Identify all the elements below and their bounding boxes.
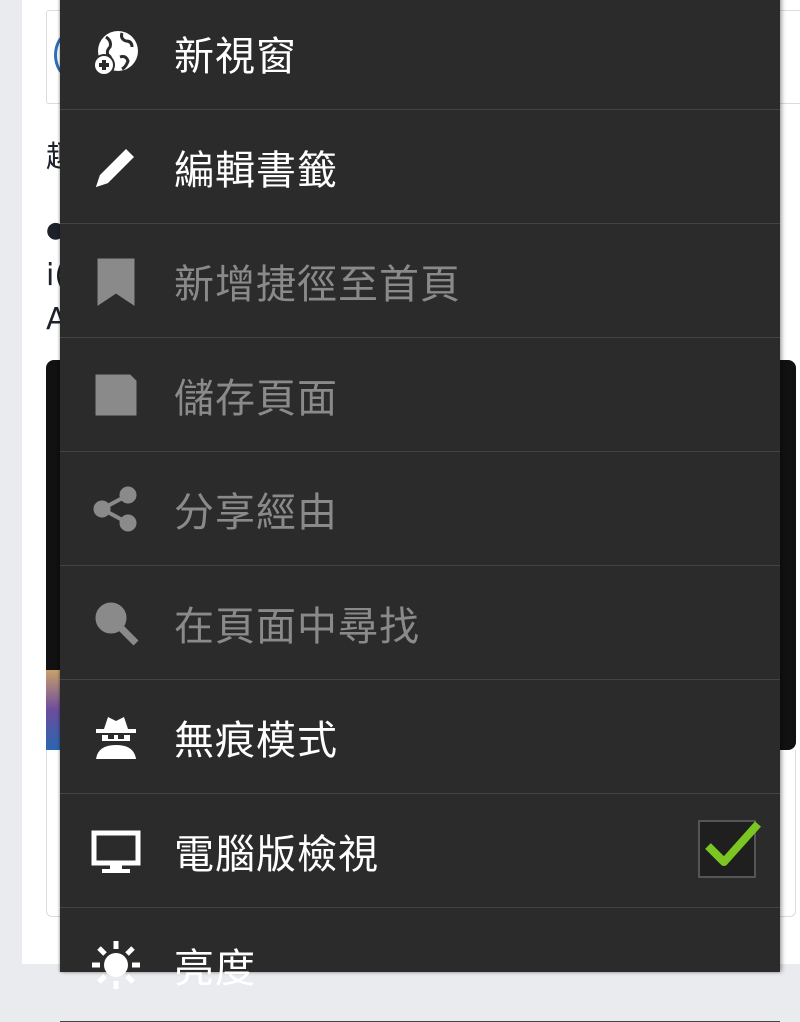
menu-item-label: 新視窗 [174, 33, 297, 80]
menu-item-label: 無痕模式 [174, 717, 338, 764]
desktop-monitor-icon [88, 823, 144, 879]
browser-overflow-menu: 新視窗 編輯書籤 新增捷徑至首頁 儲存頁面 分享經由 在頁面中尋找 無痕模式 電… [60, 0, 780, 1022]
menu-item-label: 電腦版檢視 [174, 831, 379, 878]
menu-item-label: 分享經由 [174, 489, 338, 536]
menu-item-desktop-view[interactable]: 電腦版檢視 [60, 794, 780, 908]
menu-item-label: 在頁面中尋找 [174, 603, 420, 650]
page-margin [0, 0, 22, 964]
menu-item-label: 亮度 [174, 945, 256, 992]
menu-item-brightness[interactable]: 亮度 [60, 908, 780, 1022]
pencil-icon [88, 139, 144, 195]
menu-item-share[interactable]: 分享經由 [60, 452, 780, 566]
checkmark-icon [705, 821, 761, 866]
incognito-icon [88, 709, 144, 765]
desktop-view-checkbox[interactable] [698, 820, 761, 878]
menu-item-edit-bookmark[interactable]: 編輯書籤 [60, 110, 780, 224]
menu-item-label: 新增捷徑至首頁 [174, 261, 461, 308]
share-icon [88, 481, 144, 537]
bookmark-home-icon [88, 253, 144, 309]
menu-item-save-page[interactable]: 儲存頁面 [60, 338, 780, 452]
menu-item-new-window[interactable]: 新視窗 [60, 0, 780, 110]
save-icon [88, 367, 144, 423]
brightness-icon [88, 937, 144, 993]
menu-item-add-shortcut[interactable]: 新增捷徑至首頁 [60, 224, 780, 338]
menu-item-label: 儲存頁面 [174, 375, 338, 422]
new-window-globe-icon [88, 25, 144, 81]
menu-item-incognito[interactable]: 無痕模式 [60, 680, 780, 794]
search-icon [88, 595, 144, 651]
menu-item-find-in-page[interactable]: 在頁面中尋找 [60, 566, 780, 680]
menu-item-label: 編輯書籤 [174, 147, 338, 194]
